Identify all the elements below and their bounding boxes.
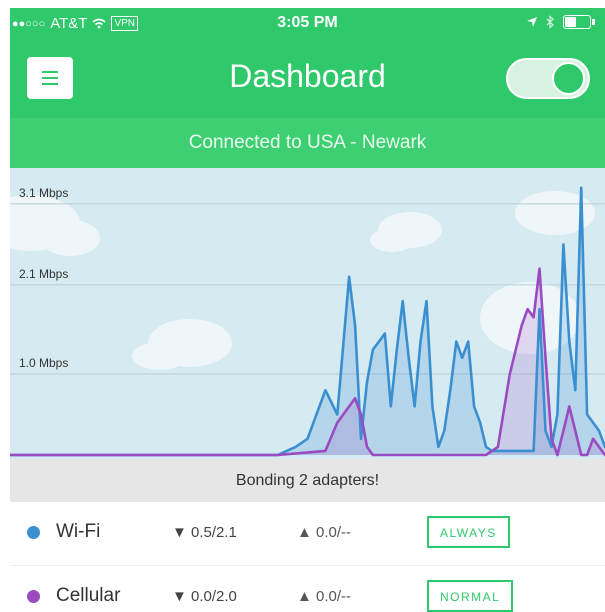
battery-icon [563, 15, 595, 29]
bonding-status: Bonding 2 adapters! [10, 459, 605, 502]
adapter-name: Wi-Fi [56, 521, 101, 542]
adapter-row-cellular: Cellular ▼ 0.0/2.0 ▲ 0.0/-- NORMAL [10, 565, 605, 612]
bluetooth-icon [546, 15, 554, 29]
connection-status-banner: Connected to USA - Newark [10, 118, 605, 168]
y-tick-label: 1.0 Mbps [19, 356, 68, 370]
location-arrow-icon [527, 17, 537, 27]
adapter-row-wifi: Wi-Fi ▼ 0.5/2.1 ▲ 0.0/-- ALWAYS [10, 502, 605, 564]
throughput-chart-svg: 3.1 Mbps 2.1 Mbps 1.0 Mbps [10, 168, 605, 459]
toggle-knob [552, 62, 585, 95]
cellular-color-dot [27, 590, 40, 603]
status-right [526, 15, 595, 29]
download-rate: ▼ 0.5/2.1 [172, 524, 237, 541]
connection-toggle[interactable] [506, 58, 590, 99]
adapter-mode-button[interactable]: NORMAL [427, 580, 514, 612]
battery-level [565, 17, 576, 27]
y-tick-label: 2.1 Mbps [19, 267, 68, 281]
adapter-name: Cellular [56, 585, 121, 606]
status-bar: ●●○○○ AT&T VPN 3:05 PM [10, 8, 605, 40]
upload-rate: ▲ 0.0/-- [297, 524, 352, 541]
throughput-chart: 3.1 Mbps 2.1 Mbps 1.0 Mbps [10, 168, 605, 459]
nav-bar: Dashboard [10, 40, 605, 118]
wifi-color-dot [27, 526, 40, 539]
y-tick-label: 3.1 Mbps [19, 186, 68, 200]
adapter-mode-button[interactable]: ALWAYS [427, 516, 510, 548]
download-rate: ▼ 0.0/2.0 [172, 588, 237, 605]
app-screen: ●●○○○ AT&T VPN 3:05 PM Dashboard Connect… [0, 0, 605, 612]
upload-rate: ▲ 0.0/-- [297, 588, 352, 605]
status-time: 3:05 PM [277, 14, 338, 31]
